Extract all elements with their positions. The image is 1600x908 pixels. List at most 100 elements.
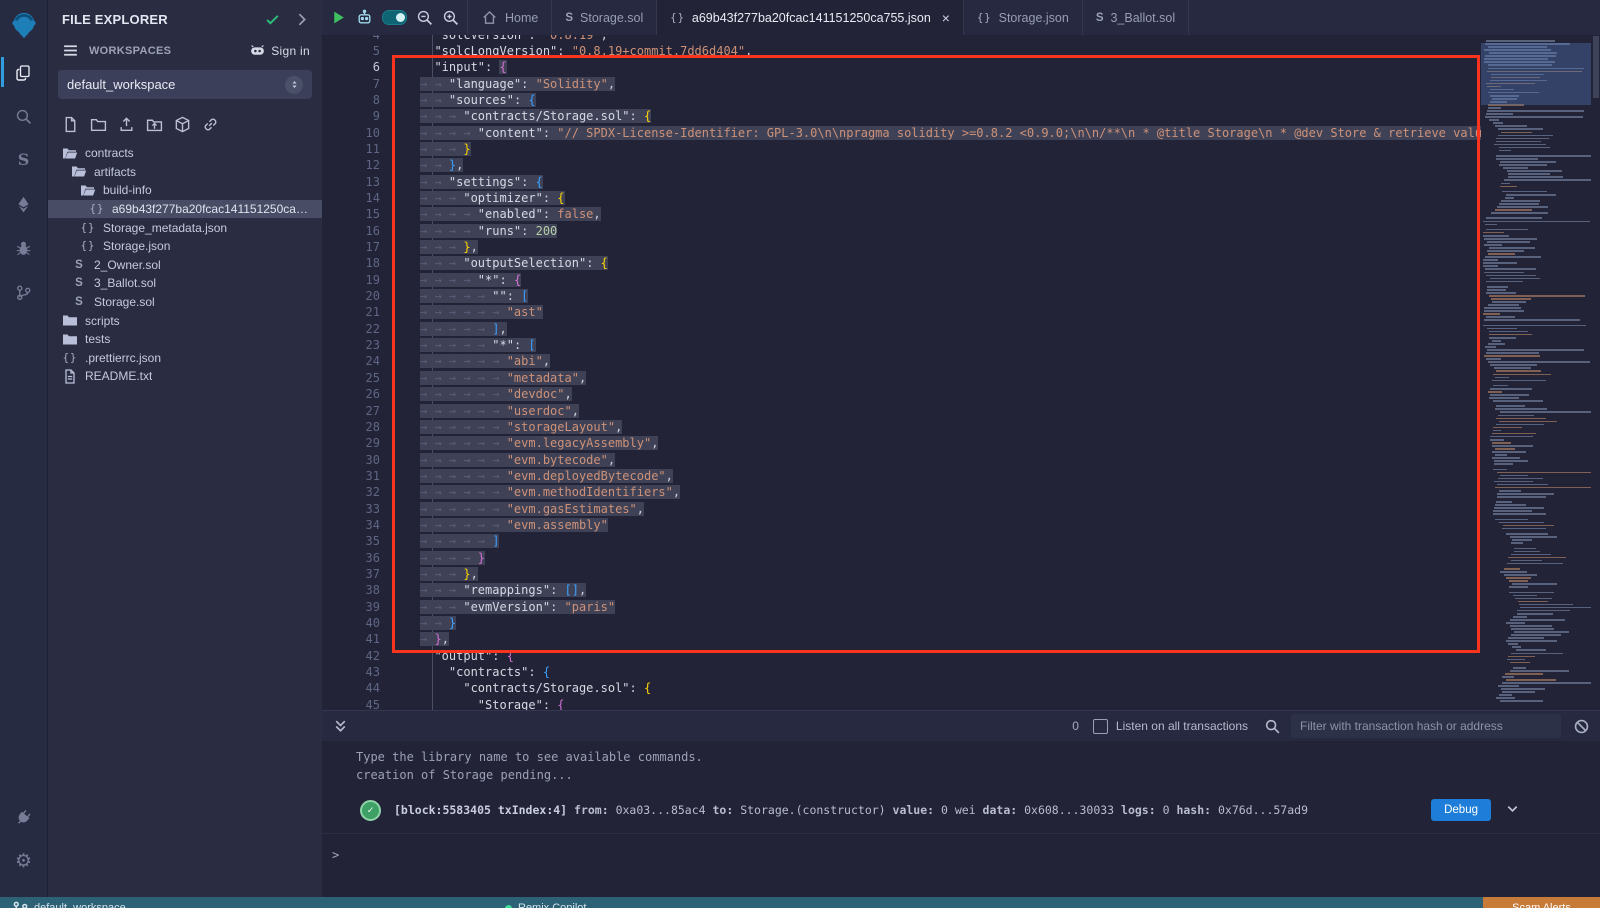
publish-ipfs-icon[interactable] <box>174 116 191 133</box>
code-line-32: → → → → → → "evm.methodIdentifiers", <box>420 484 1481 500</box>
tree-item-tests[interactable]: tests <box>48 330 322 349</box>
tree-item-artifacts[interactable]: artifacts <box>48 163 322 182</box>
listen-checkbox[interactable] <box>1093 719 1108 734</box>
chevron-right-icon[interactable] <box>293 11 310 28</box>
line-number: 14 <box>322 190 380 206</box>
tab-home[interactable]: Home <box>468 0 552 35</box>
activity-solidity-compiler[interactable]: S <box>1 138 47 182</box>
minimap-line <box>1505 673 1543 675</box>
expand-terminal-icon[interactable] <box>332 718 349 735</box>
scam-alerts-button[interactable]: Scam Alerts <box>1483 897 1600 908</box>
activity-search[interactable] <box>1 94 47 138</box>
terminal-body[interactable]: Type the library name to see available c… <box>322 750 1600 862</box>
terminal-prompt[interactable]: > <box>332 848 1600 862</box>
activity-file-explorer[interactable] <box>1 50 47 94</box>
tab-3-ballot-sol[interactable]: S3_Ballot.sol <box>1083 0 1189 35</box>
tree-item-a69b43f277ba20fcac141151250ca7-[interactable]: {}a69b43f277ba20fcac141151250ca7... <box>48 200 322 219</box>
minimap-line <box>1493 122 1503 124</box>
code-line-20: → → → → → "": [ <box>420 288 1481 304</box>
code-line-9: → → → "contracts/Storage.sol": { <box>420 108 1481 124</box>
activity-settings[interactable]: ⚙ <box>1 839 47 883</box>
line-number: 11 <box>322 141 380 157</box>
tx-filter-input[interactable] <box>1291 714 1561 738</box>
minimap-line <box>1490 388 1532 390</box>
plugin-manager-icon <box>15 809 32 826</box>
clear-console-icon[interactable] <box>1573 718 1590 735</box>
tree-item-3-ballot-sol[interactable]: S3_Ballot.sol <box>48 274 322 293</box>
minimap-line <box>1511 560 1543 562</box>
line-number: 12 <box>322 157 380 173</box>
upload-folder-icon[interactable] <box>146 116 163 133</box>
line-number: 45 <box>322 697 380 710</box>
tree-item-build-info[interactable]: build-info <box>48 181 322 200</box>
activity-deploy-and-run[interactable] <box>1 182 47 226</box>
new-file-icon[interactable] <box>62 116 79 133</box>
activity-remix-logo[interactable] <box>1 0 47 50</box>
minimap-line <box>1495 448 1515 450</box>
zoom-in-icon[interactable] <box>442 9 459 26</box>
workspace-selector[interactable]: default_workspace <box>58 70 312 99</box>
ai-copilot-toggle[interactable] <box>382 10 407 25</box>
tree-item-storage-sol[interactable]: SStorage.sol <box>48 293 322 312</box>
workspace-name: default_workspace <box>67 77 175 92</box>
tree-item-label: tests <box>85 332 110 346</box>
line-number: 44 <box>322 680 380 696</box>
minimap-line <box>1511 542 1523 544</box>
tree-item-readme-txt[interactable]: README.txt <box>48 367 322 386</box>
tree-item-storage-metadata-json[interactable]: {}Storage_metadata.json <box>48 218 322 237</box>
minimap-viewport[interactable] <box>1481 43 1591 105</box>
hamburger-icon[interactable] <box>62 42 79 59</box>
minimap-line <box>1496 370 1541 372</box>
tree-item-storage-json[interactable]: {}Storage.json <box>48 237 322 256</box>
sign-in-button[interactable]: Sign in <box>249 42 310 59</box>
activity-plugin-manager[interactable] <box>1 795 47 839</box>
code-editor[interactable]: 4567891011121314151617181920212223242526… <box>322 35 1600 710</box>
upload-file-icon[interactable] <box>118 116 135 133</box>
close-tab-icon[interactable]: × <box>942 10 950 26</box>
tab-a69b43f277ba20fcac141151250ca755-json[interactable]: {}a69b43f277ba20fcac141151250ca755.json× <box>657 0 964 35</box>
tx-success-icon: ✓ <box>360 800 381 821</box>
tree-item--prettierrc-json[interactable]: {}.prettierrc.json <box>48 349 322 368</box>
minimap-line <box>1510 536 1557 538</box>
code-line-5: "solcLongVersion": "0.8.19+commit.7dd6d4… <box>420 43 1481 59</box>
search-icon[interactable] <box>1264 718 1281 735</box>
minimap[interactable] <box>1481 35 1591 710</box>
statusbar-workspace[interactable]: default_workspace <box>12 900 126 908</box>
ai-assistant-icon[interactable] <box>356 9 373 26</box>
run-script-icon[interactable] <box>330 9 347 26</box>
tab-storage-json[interactable]: {}Storage.json <box>964 0 1083 35</box>
tab-storage-sol[interactable]: SStorage.sol <box>552 0 657 35</box>
minimap-line <box>1508 643 1518 645</box>
minimap-line <box>1494 144 1546 146</box>
minimap-line <box>1496 138 1550 140</box>
tree-item-2-owner-sol[interactable]: S2_Owner.sol <box>48 256 322 275</box>
minimap-line <box>1492 445 1534 447</box>
tx-expand-icon[interactable] <box>1505 801 1520 819</box>
updown-icon <box>285 76 303 94</box>
debug-button[interactable]: Debug <box>1431 799 1491 821</box>
check-icon[interactable] <box>264 11 281 28</box>
minimap-line <box>1510 662 1530 664</box>
minimap-line <box>1518 601 1548 603</box>
github-icon <box>249 42 266 59</box>
tree-item-scripts[interactable]: scripts <box>48 311 322 330</box>
publish-gist-icon[interactable] <box>202 116 219 133</box>
search-icon <box>15 108 32 125</box>
minimap-line <box>1507 659 1525 661</box>
minimap-line <box>1490 364 1537 366</box>
zoom-out-icon[interactable] <box>416 9 433 26</box>
file-explorer-panel: FILE EXPLORER WORKSPACES Sign in default… <box>48 0 322 897</box>
new-folder-icon[interactable] <box>90 116 107 133</box>
scrollbar-thumb[interactable] <box>1593 36 1599 98</box>
code-line-22: → → → → → ], <box>420 321 1481 337</box>
activity-debugger[interactable] <box>1 226 47 270</box>
tree-item-contracts[interactable]: contracts <box>48 144 322 163</box>
line-number: 42 <box>322 648 380 664</box>
minimap-line <box>1483 265 1498 267</box>
activity-git[interactable] <box>1 270 47 314</box>
minimap-line <box>1488 343 1505 345</box>
minimap-line <box>1500 475 1529 477</box>
minimap-line <box>1508 173 1550 175</box>
minimap-line <box>1500 186 1517 188</box>
minimap-line <box>1497 496 1546 498</box>
